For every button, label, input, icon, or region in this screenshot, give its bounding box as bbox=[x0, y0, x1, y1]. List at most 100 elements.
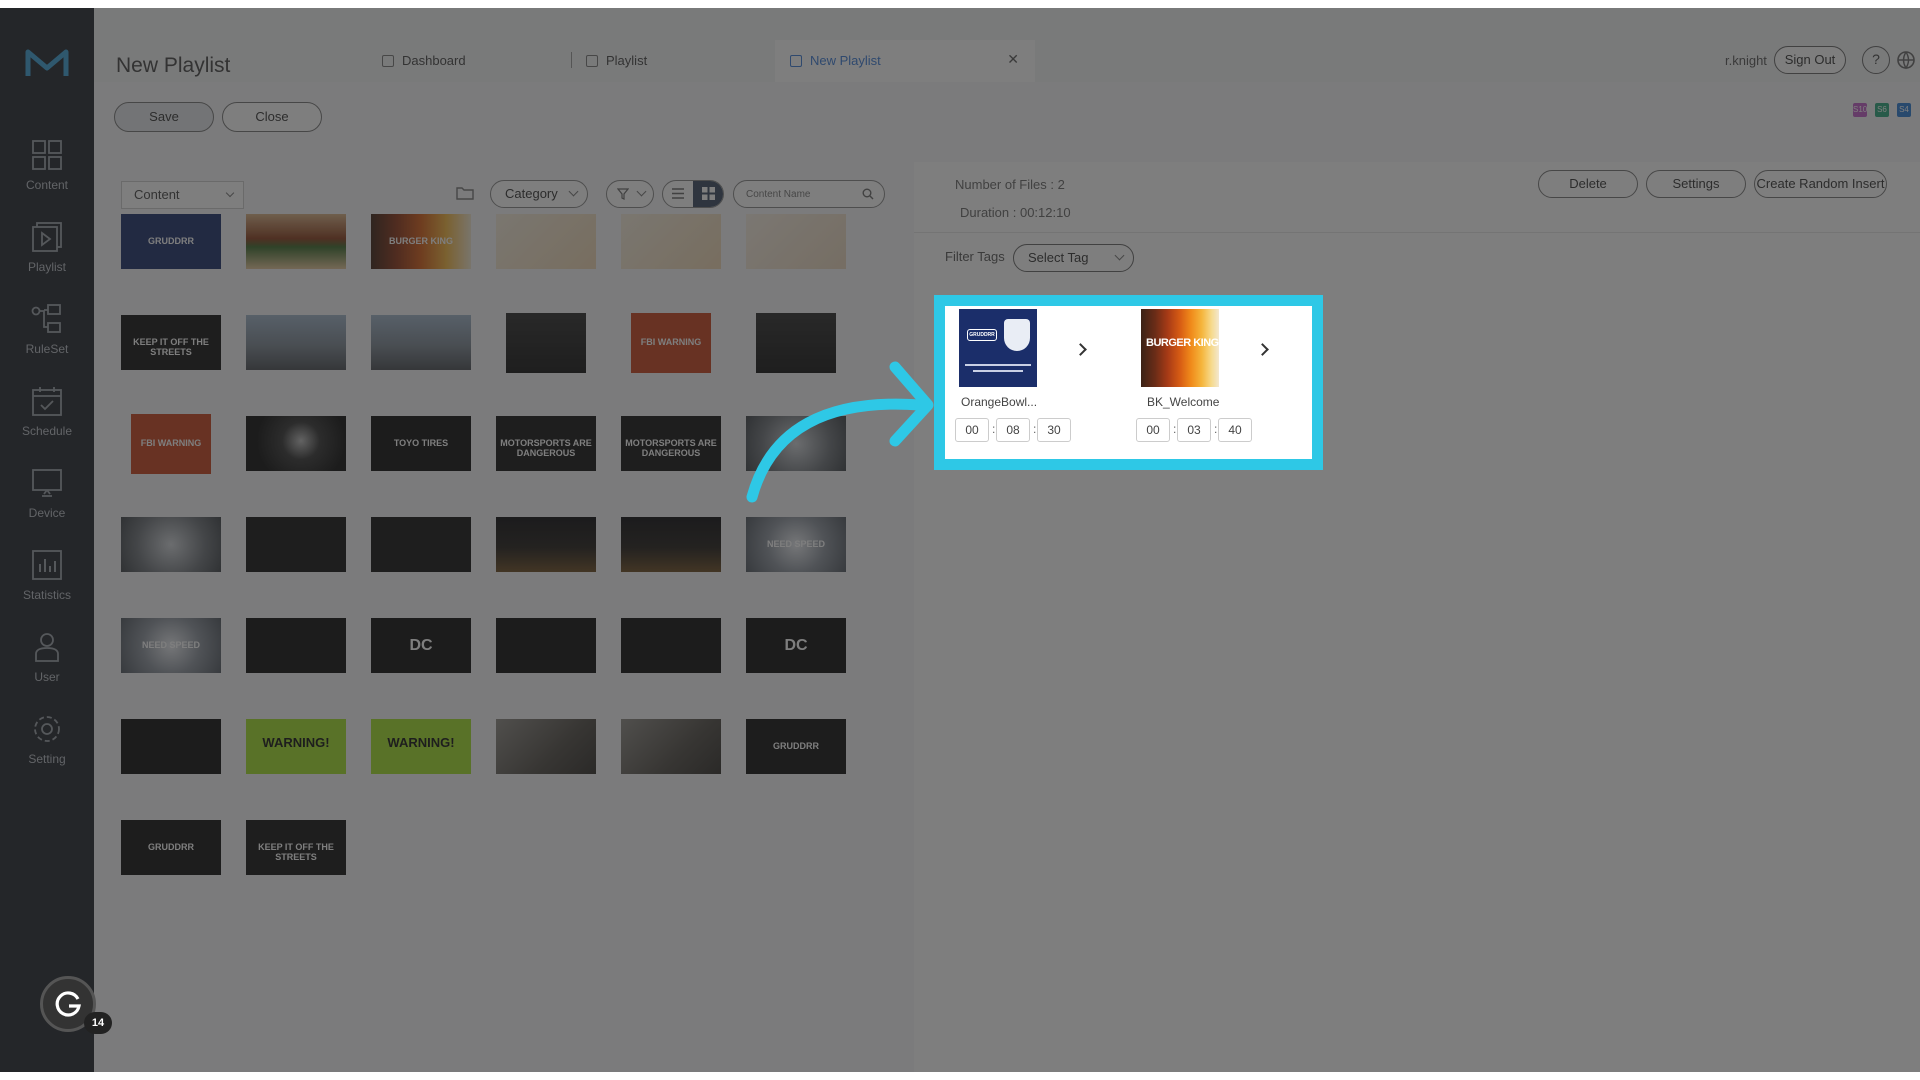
content-thumbnail[interactable] bbox=[621, 719, 721, 774]
sidebar-item-setting[interactable]: Setting bbox=[0, 712, 94, 786]
tab-new-playlist[interactable]: New Playlist ✕ bbox=[775, 40, 1035, 82]
content-thumbnail[interactable] bbox=[621, 517, 721, 572]
content-thumbnail[interactable] bbox=[121, 719, 221, 774]
playlist-item-name: OrangeBowl... bbox=[961, 395, 1038, 409]
content-thumbnail[interactable]: DC bbox=[746, 618, 846, 673]
content-thumbnail[interactable]: KEEP IT OFF THE STREETS bbox=[246, 820, 346, 875]
sidebar-item-content[interactable]: Content bbox=[0, 138, 94, 212]
sign-out-button[interactable]: Sign Out bbox=[1774, 46, 1846, 74]
sidebar-item-playlist[interactable]: Playlist bbox=[0, 220, 94, 294]
content-thumbnail[interactable]: GRUDDRR bbox=[746, 719, 846, 774]
thumb-text-line bbox=[973, 370, 1023, 372]
globe-icon[interactable] bbox=[1896, 50, 1916, 70]
create-random-insert-button[interactable]: Create Random Insert bbox=[1754, 170, 1887, 198]
settings-button[interactable]: Settings bbox=[1646, 170, 1746, 198]
thumbnail-caption: FBI WARNING bbox=[640, 337, 702, 347]
minutes-field[interactable]: 03 bbox=[1177, 418, 1211, 442]
gear-icon bbox=[34, 716, 60, 742]
number-of-files: Number of Files : 2 bbox=[955, 177, 1065, 192]
tab-dashboard[interactable]: Dashboard bbox=[382, 53, 466, 68]
content-thumbnail[interactable] bbox=[496, 214, 596, 269]
content-thumbnail[interactable] bbox=[246, 517, 346, 572]
folder-icon[interactable] bbox=[456, 186, 474, 200]
content-thumbnail[interactable] bbox=[371, 517, 471, 572]
content-type-select[interactable]: Content bbox=[121, 181, 244, 209]
sidebar-item-statistics[interactable]: Statistics bbox=[0, 548, 94, 622]
content-search-field[interactable] bbox=[733, 180, 885, 208]
sidebar-item-schedule[interactable]: Schedule bbox=[0, 384, 94, 458]
delete-button[interactable]: Delete bbox=[1538, 170, 1638, 198]
status-chip: S6 bbox=[1875, 103, 1889, 117]
content-thumbnail[interactable] bbox=[246, 416, 346, 471]
tab-playlist[interactable]: Playlist bbox=[586, 53, 647, 68]
content-thumbnail[interactable]: KEEP IT OFF THE STREETS bbox=[121, 315, 221, 370]
sidebar-item-label: Content bbox=[25, 178, 69, 192]
app-root: Content Playlist RuleSet Schedule Device… bbox=[0, 0, 1920, 1080]
select-tag-dropdown[interactable]: Select Tag bbox=[1013, 244, 1134, 272]
search-input[interactable] bbox=[746, 185, 856, 203]
thumbnail-caption: TOYO TIRES bbox=[393, 437, 449, 448]
category-select[interactable]: Category bbox=[490, 180, 588, 208]
filter-select[interactable] bbox=[606, 180, 654, 208]
content-thumbnail[interactable] bbox=[121, 517, 221, 572]
user-icon bbox=[35, 633, 59, 662]
sidebar-item-ruleset[interactable]: RuleSet bbox=[0, 302, 94, 376]
top-strip bbox=[0, 0, 1920, 8]
content-thumbnail[interactable] bbox=[506, 313, 586, 373]
thumbnail-caption: BURGER KING bbox=[388, 235, 453, 246]
content-thumbnail[interactable] bbox=[621, 618, 721, 673]
tab-label: Dashboard bbox=[402, 53, 466, 68]
list-view-button[interactable] bbox=[663, 181, 693, 207]
content-thumbnail[interactable]: NEED SPEED bbox=[121, 618, 221, 673]
content-thumbnail[interactable] bbox=[621, 214, 721, 269]
filter-tags-label: Filter Tags bbox=[945, 249, 1005, 264]
content-thumbnail[interactable] bbox=[371, 315, 471, 370]
content-thumbnail[interactable]: NEED SPEED bbox=[746, 517, 846, 572]
content-thumbnail[interactable] bbox=[496, 618, 596, 673]
content-thumbnail[interactable] bbox=[246, 214, 346, 269]
seconds-field[interactable]: 30 bbox=[1037, 418, 1071, 442]
search-icon[interactable] bbox=[862, 188, 874, 200]
playlist-item-thumbnail[interactable]: GRUDDRR bbox=[959, 309, 1037, 387]
hours-field[interactable]: 00 bbox=[955, 418, 989, 442]
bottom-strip bbox=[0, 1072, 1920, 1080]
content-grid-icon bbox=[32, 140, 62, 170]
save-button[interactable]: Save bbox=[114, 102, 214, 132]
content-thumbnail[interactable] bbox=[496, 517, 596, 572]
content-thumbnail[interactable]: GRUDDRR bbox=[121, 820, 221, 875]
playlist-item-thumbnail[interactable]: BURGER KING bbox=[1141, 309, 1219, 387]
content-thumbnail[interactable]: WARNING! bbox=[371, 719, 471, 774]
close-button[interactable]: Close bbox=[222, 102, 322, 132]
page-title: New Playlist bbox=[116, 54, 231, 77]
new-playlist-tab-icon bbox=[790, 54, 802, 67]
content-thumbnail[interactable]: WARNING! bbox=[246, 719, 346, 774]
seconds-field[interactable]: 40 bbox=[1218, 418, 1252, 442]
close-tab-icon[interactable]: ✕ bbox=[1007, 51, 1019, 68]
content-thumbnail[interactable]: GRUDDRR bbox=[121, 214, 221, 269]
content-thumbnail[interactable]: MOTORSPORTS ARE DANGEROUS bbox=[621, 416, 721, 471]
content-thumbnail[interactable] bbox=[246, 618, 346, 673]
content-thumbnail[interactable]: DC bbox=[371, 618, 471, 673]
hours-field[interactable]: 00 bbox=[1136, 418, 1170, 442]
playlist-items-highlight: GRUDDRR OrangeBowl... 00 : 08 : 30 BURGE… bbox=[934, 295, 1323, 470]
minutes-field[interactable]: 08 bbox=[996, 418, 1030, 442]
content-thumbnail[interactable] bbox=[496, 719, 596, 774]
help-button[interactable]: ? bbox=[1862, 46, 1890, 74]
bk-logo-text: BURGER KING bbox=[1146, 337, 1219, 349]
sidebar-item-label: Device bbox=[28, 506, 66, 520]
sidebar-item-label: Schedule bbox=[21, 424, 73, 438]
sidebar-item-device[interactable]: Device bbox=[0, 466, 94, 540]
grid-view-button[interactable] bbox=[693, 181, 723, 207]
content-thumbnail[interactable] bbox=[746, 214, 846, 269]
status-chip: S10 bbox=[1853, 103, 1867, 117]
content-thumbnail[interactable]: TOYO TIRES bbox=[371, 416, 471, 471]
playlist-tab-icon bbox=[586, 54, 598, 67]
ruleset-tree-icon bbox=[31, 304, 61, 333]
grid-icon bbox=[702, 187, 715, 200]
sidebar-item-user[interactable]: User bbox=[0, 630, 94, 704]
content-thumbnail[interactable]: MOTORSPORTS ARE DANGEROUS bbox=[496, 416, 596, 471]
content-thumbnail[interactable]: FBI WARNING bbox=[631, 313, 711, 373]
content-thumbnail[interactable]: FBI WARNING bbox=[131, 414, 211, 474]
content-thumbnail[interactable] bbox=[246, 315, 346, 370]
content-thumbnail[interactable]: BURGER KING bbox=[371, 214, 471, 269]
